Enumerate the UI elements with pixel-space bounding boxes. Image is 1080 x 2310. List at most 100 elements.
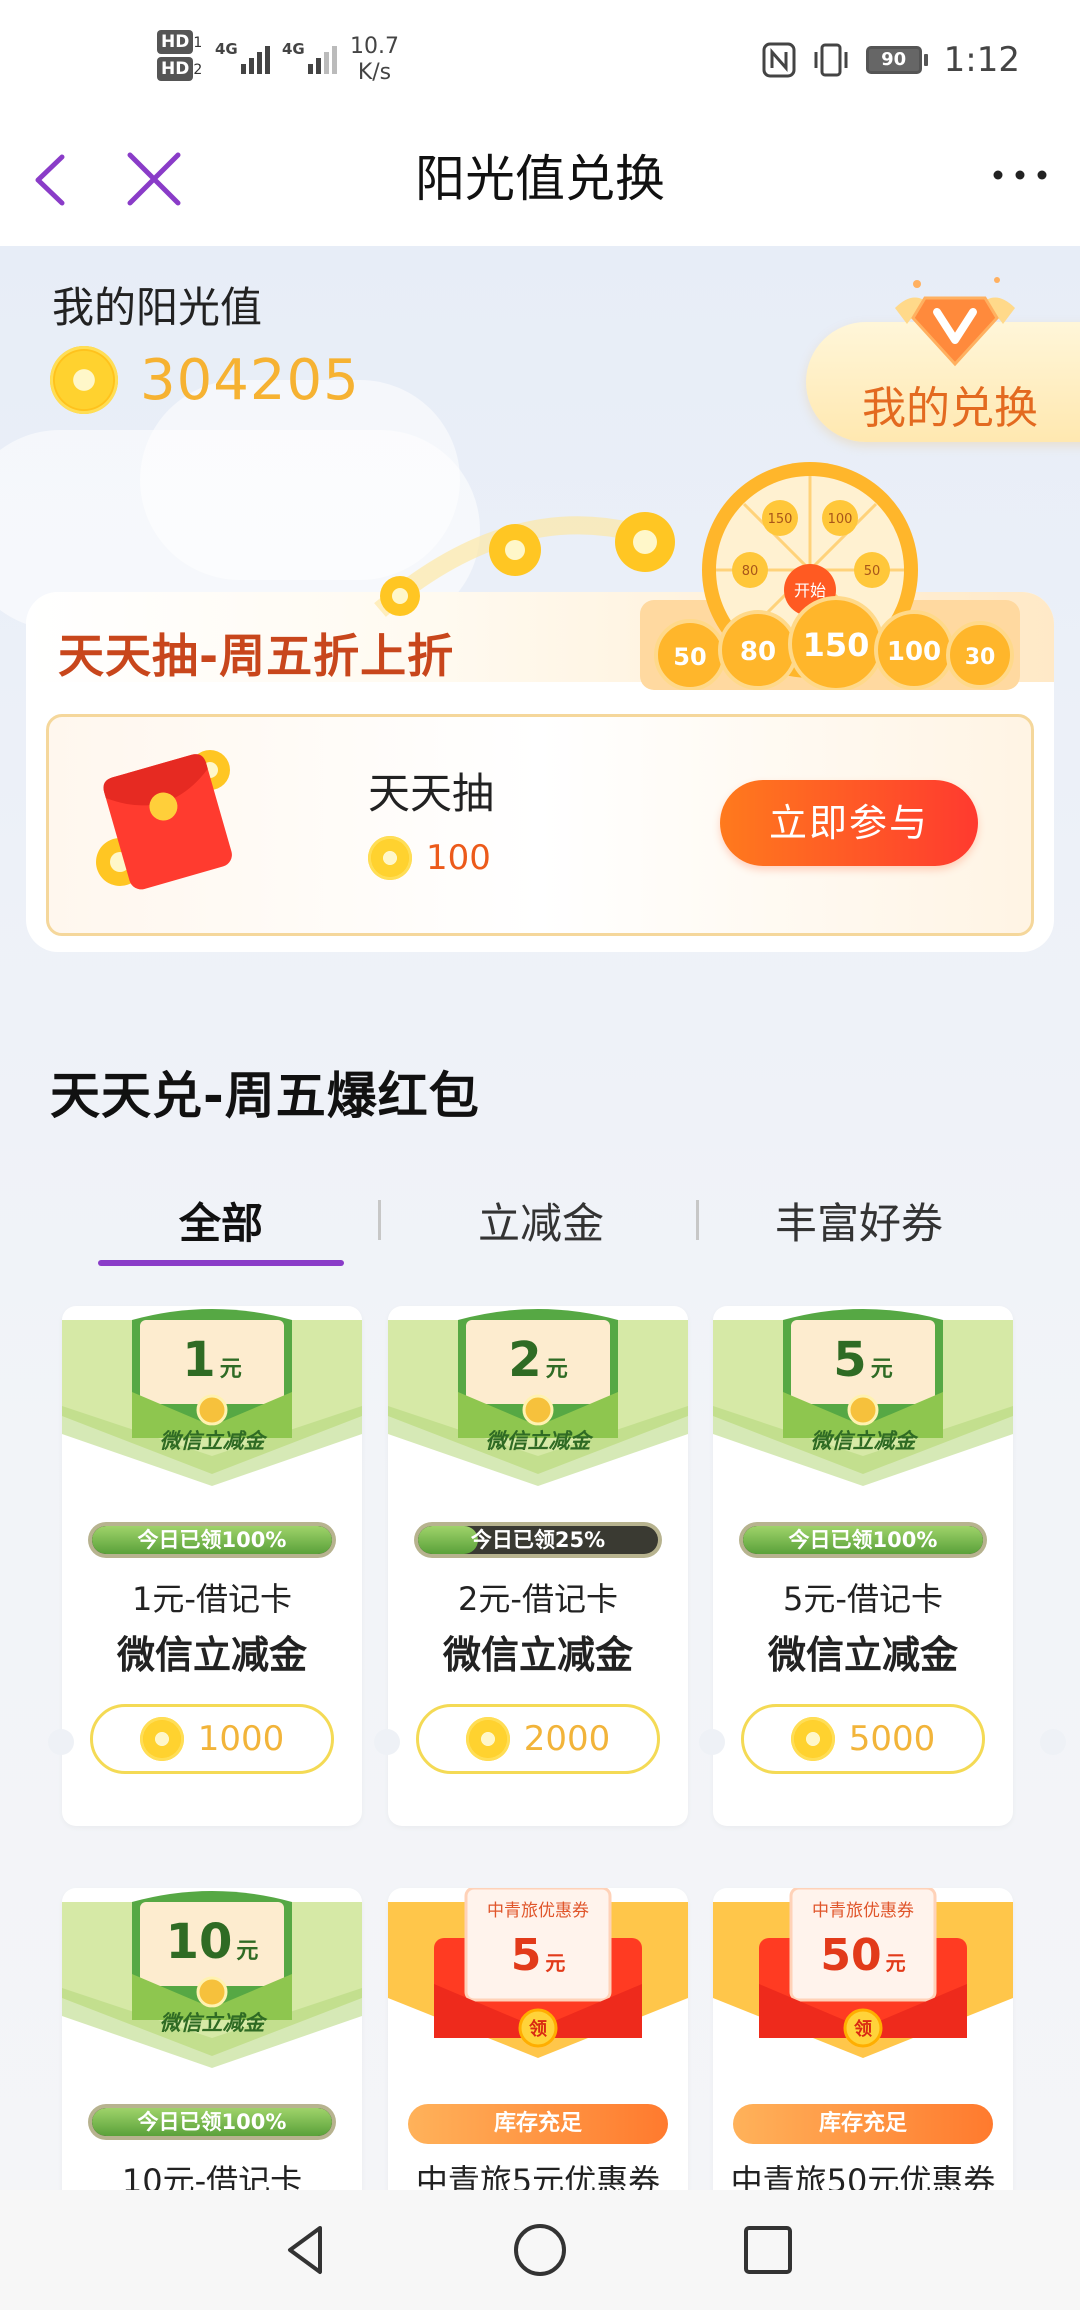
card-header: 中青旅优惠券 [487,1901,589,1921]
battery-level: 90 [865,46,922,74]
coin-label-3: 100 [887,637,941,667]
lucky-draw-name: 天天抽 [368,769,495,818]
sim-indicators: HD 1 HD 2 [157,30,202,82]
card-notch [699,1729,725,1755]
wechat-discount-envelope-icon: 5元 微信立减金 [713,1309,1013,1506]
hd2-label: HD [157,57,194,81]
wechat-discount-envelope-icon: 1元 微信立减金 [62,1309,362,1506]
nav-bar: 阳光值兑换 [0,120,1080,246]
network-speed: 10.7 K/s [350,34,399,86]
clock: 1:12 [943,40,1020,80]
red-envelope-icon [96,750,232,890]
tab-divider [378,1200,381,1240]
card-unit: 元 [220,1357,242,1382]
card-badge: 微信立减金 [160,1429,268,1453]
sun-coin-icon [790,1717,835,1761]
card-badge: 微信立减金 [811,1429,919,1453]
card-unit: 元 [546,1357,568,1382]
progress-text: 今日已领100% [137,1528,287,1552]
claim-progress-bar: 今日已领100% [88,2104,336,2140]
price-button[interactable]: 2000 [416,1704,660,1774]
reward-card[interactable]: 2元 微信立减金 今日已领25% 2元-借记卡 微信立减金 2000 [388,1306,688,1826]
card-notch [374,1729,400,1755]
prize-wheel-illustration: 150 100 80 50 开始 50 80 150 100 30 [640,462,1020,690]
card-badge: 微信立减金 [486,1429,594,1453]
card-unit: 元 [236,1939,258,1964]
flying-coins-decoration [374,512,675,617]
reward-card[interactable]: 5元 微信立减金 今日已领100% 5元-借记卡 微信立减金 5000 [713,1306,1013,1826]
lucky-draw-title: 天天抽-周五折上折 [58,629,455,683]
tab-all[interactable]: 全部 [98,1190,344,1251]
coupon-envelope-icon: 领 中青旅优惠券 50 元 [713,1888,1013,2088]
coin-label-1: 80 [740,637,776,667]
lucky-draw-cost: 100 [368,836,491,880]
price-button[interactable]: 1000 [90,1704,334,1774]
more-horizontal-icon[interactable] [990,160,1050,190]
stock-status-badge: 库存充足 [408,2104,668,2144]
claim-progress-bar: 今日已领100% [739,1522,987,1558]
card-subtitle: 1元-借记卡 [132,1580,292,1618]
points-display: 304205 [50,346,360,414]
price-value: 2000 [523,1719,611,1759]
sun-coin-icon [139,1717,184,1761]
price-value: 5000 [848,1719,936,1759]
wheel-value-3: 50 [864,564,881,579]
card-seal: 领 [854,2018,872,2040]
card-title: 微信立减金 [116,1633,307,1677]
speed-unit: K/s [357,60,392,85]
vibrate-icon [814,43,848,77]
card-unit: 元 [886,1951,906,1975]
coin-label-0: 50 [673,643,706,671]
sun-coin-icon [50,346,118,414]
points-label: 我的阳光值 [52,283,263,332]
wechat-discount-envelope-icon: 2元 微信立减金 [388,1309,688,1506]
coin-label-2: 150 [803,626,870,664]
nfc-icon [762,42,796,78]
progress-text: 今日已领100% [788,1528,938,1552]
price-button[interactable]: 5000 [741,1704,985,1774]
square-recents-icon[interactable] [738,2220,798,2280]
section-title: 天天兑-周五爆红包 [50,1067,480,1125]
reward-card[interactable]: 1元 微信立减金 今日已领100% 1元-借记卡 微信立减金 1000 [62,1306,362,1826]
join-now-button[interactable]: 立即参与 [720,780,978,866]
card-notch [1040,1729,1066,1755]
points-value: 304205 [140,347,360,413]
progress-text: 今日已领25% [470,1528,606,1552]
status-bar: HD 1 HD 2 4G 4G 10.7 K/s 90 1:12 [0,0,1080,120]
wheel-value-2: 80 [742,564,759,579]
battery-icon: 90 [865,46,928,74]
card-unit: 元 [871,1357,893,1382]
card-subtitle: 5元-借记卡 [783,1580,943,1618]
wheel-value-1: 100 [828,512,853,527]
wheel-value-0: 150 [768,512,793,527]
stock-status-badge: 库存充足 [733,2104,993,2144]
triangle-back-icon[interactable] [276,2220,336,2280]
card-badge: 微信立减金 [160,2011,268,2035]
tab-coupons[interactable]: 丰富好券 [736,1190,982,1251]
lucky-draw-cost-value: 100 [426,838,491,878]
my-exchange-label: 我的兑换 [862,383,1038,434]
card-header: 中青旅优惠券 [812,1901,914,1921]
hd2-sub: 2 [193,62,203,78]
tab-discount[interactable]: 立减金 [418,1190,664,1251]
tab-divider [696,1200,699,1240]
card-title: 微信立减金 [767,1633,958,1677]
speed-value: 10.7 [350,34,399,59]
claim-progress-bar: 今日已领25% [414,1522,662,1558]
category-tabs: 全部 立减金 丰富好券 [0,1180,1080,1270]
active-tab-indicator [98,1260,344,1266]
circle-home-icon[interactable] [510,2220,570,2280]
coin-label-4: 30 [965,645,996,670]
card-unit: 元 [545,1951,565,1975]
hd1-sub: 1 [193,35,203,51]
hd1-label: HD [157,30,194,54]
sun-coin-icon [465,1717,510,1761]
card-subtitle: 2元-借记卡 [458,1580,618,1618]
wheel-start-label: 开始 [794,581,826,600]
sun-coin-icon [368,836,412,880]
claim-progress-bar: 今日已领100% [88,1522,336,1558]
price-value: 1000 [197,1719,285,1759]
winged-v-badge-icon [895,277,1015,367]
page-title: 阳光值兑换 [415,150,665,208]
card-seal: 领 [529,2018,547,2040]
